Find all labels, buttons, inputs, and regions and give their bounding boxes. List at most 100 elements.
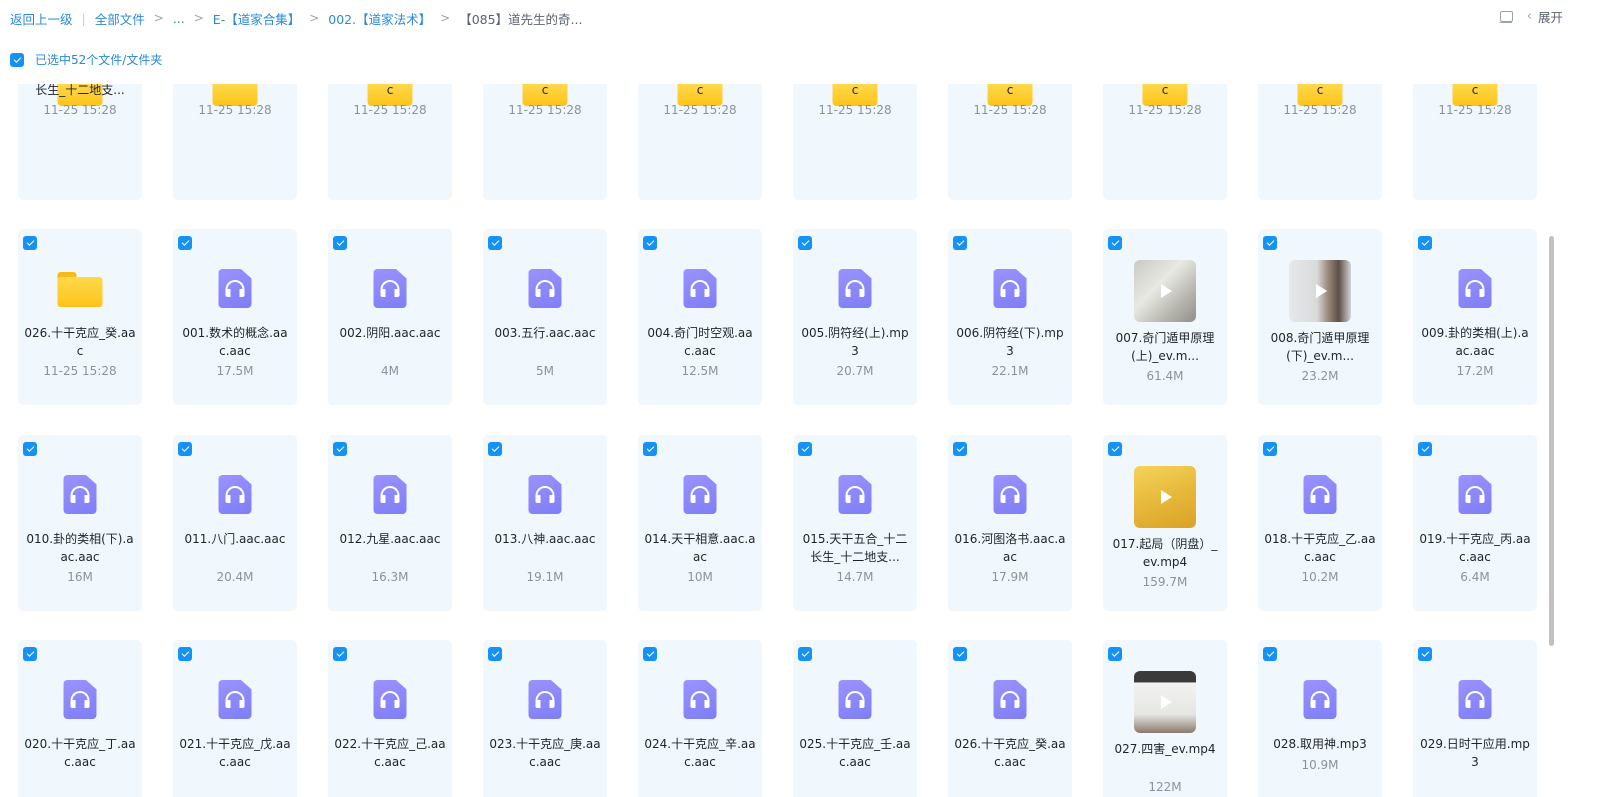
file-checkbox[interactable] [23,442,37,456]
file-checkbox[interactable] [488,236,502,250]
file-checkbox[interactable] [23,647,37,661]
file-card[interactable]: 023.十干克应_庚.aac 11-25 15:28 [1103,84,1227,200]
file-card[interactable]: 023.十干克应_庚.aac.aac [483,640,607,797]
play-icon [1161,695,1172,709]
file-checkbox[interactable] [1108,236,1122,250]
file-card[interactable]: 001.数术的概念.aac.aac 17.5M [173,229,297,405]
file-checkbox[interactable] [953,647,967,661]
file-card[interactable]: 015.天干五合_十二长生_十二地支... 11-25 15:28 [18,84,142,200]
file-card[interactable]: 020.十干克应_丁.aac.aac [18,640,142,797]
file-card[interactable]: 004.奇门时空观.aac.aac 12.5M [638,229,762,405]
file-checkbox[interactable] [1418,647,1432,661]
file-checkbox[interactable] [23,236,37,250]
file-card[interactable]: 011.八门.aac.aac 20.4M [173,435,297,611]
file-checkbox[interactable] [178,442,192,456]
file-meta: 14.7M [836,570,874,584]
file-checkbox[interactable] [333,442,347,456]
audio-file-icon [528,269,562,308]
file-card[interactable]: 016.河图洛书.aac.aac 17.9M [948,435,1072,611]
file-name: 003.五行.aac.aac [494,326,596,340]
file-card[interactable]: 024.十干克应_辛.aac.aac [638,640,762,797]
file-checkbox[interactable] [1418,236,1432,250]
file-card[interactable]: 010.卦的类相(下).aac.aac 16M [18,435,142,611]
file-grid[interactable]: 015.天干五合_十二长生_十二地支...11-25 15:28 016.河图洛书… [0,84,1546,797]
file-card[interactable]: 017.起局（阴盘）_ev.mp4 159.7M [1103,435,1227,611]
file-checkbox[interactable] [1418,442,1432,456]
file-card[interactable]: 021.十干克应_戊.aac 11-25 15:28 [793,84,917,200]
file-card[interactable]: 014.天干相意.aac.aac 10M [638,435,762,611]
file-card[interactable]: 019.十干克应_丙.aac.aac 6.4M [1413,435,1537,611]
file-checkbox[interactable] [953,236,967,250]
file-checkbox[interactable] [178,236,192,250]
vertical-scrollbar[interactable] [1549,236,1554,646]
breadcrumb-ellipsis[interactable]: ... [173,11,185,26]
file-name: 009.卦的类相(上).aac.aac [1421,326,1529,358]
file-checkbox[interactable] [643,236,657,250]
video-thumbnail [1134,466,1196,528]
file-card[interactable]: 015.天干五合_十二长生_十二地支... 14.7M [793,435,917,611]
file-card[interactable]: 009.卦的类相(上).aac.aac 17.2M [1413,229,1537,405]
file-card[interactable]: 022.十干克应_己.aac.aac [328,640,452,797]
file-card[interactable]: 024.十干克应_辛.aac 11-25 15:28 [1258,84,1382,200]
expand-button[interactable]: ‹ 展开 [1527,7,1563,26]
file-card[interactable]: 016.河图洛书.aac11-25 15:28 [173,84,297,200]
breadcrumb-all-files[interactable]: 全部文件 [95,9,145,28]
file-card[interactable]: 005.阴符经(上).mp3 20.7M [793,229,917,405]
file-meta: 22.1M [991,364,1029,378]
file-name: 020.十干克应_丁.aac [696,84,704,97]
file-card[interactable]: 003.五行.aac.aac 5M [483,229,607,405]
file-card[interactable]: 008.奇门遁甲原理(下)_ev.m... 23.2M [1258,229,1382,405]
file-checkbox[interactable] [798,647,812,661]
file-checkbox[interactable] [333,647,347,661]
file-card[interactable]: 002.阴阳.aac.aac 4M [328,229,452,405]
play-icon [1316,284,1327,298]
file-name: 018.十干克应_乙.aac.aac [1264,532,1376,564]
file-checkbox[interactable] [488,647,502,661]
breadcrumb-level1[interactable]: E-【道家合集】 [213,9,300,28]
file-checkbox[interactable] [643,442,657,456]
file-checkbox[interactable] [178,647,192,661]
file-card[interactable]: 027.四害_ev.mp4 122M [1103,640,1227,797]
file-card[interactable]: 019.十干克应_丙.aac 11-25 15:28 [483,84,607,200]
file-meta: 16M [67,570,93,584]
file-checkbox[interactable] [798,442,812,456]
file-meta: 20.4M [216,570,254,584]
file-card[interactable]: 025.十干克应_壬.aac 11-25 15:28 [1413,84,1537,200]
breadcrumb-level2[interactable]: 002.【道家法术】 [328,9,431,28]
file-card[interactable]: 025.十干克应_壬.aac.aac [793,640,917,797]
file-card[interactable]: 013.八神.aac.aac 19.1M [483,435,607,611]
file-card[interactable]: 026.十干克应_癸.aac 11-25 15:28 [18,229,142,405]
file-card[interactable]: 018.十干克应_乙.aac 11-25 15:28 [328,84,452,200]
file-checkbox[interactable] [1108,647,1122,661]
file-checkbox[interactable] [643,647,657,661]
file-checkbox[interactable] [1263,647,1277,661]
file-name: 002.阴阳.aac.aac [339,326,441,340]
audio-file-icon [1458,475,1492,514]
file-card[interactable]: 022.十干克应_己.aac 11-25 15:28 [948,84,1072,200]
file-name: 023.十干克应_庚.aac [1161,84,1169,97]
file-card[interactable]: 006.阴符经(下).mp3 22.1M [948,229,1072,405]
file-checkbox[interactable] [798,236,812,250]
file-checkbox[interactable] [953,442,967,456]
file-card[interactable]: 029.日时干应用.mp3 [1413,640,1537,797]
panel-toggle-icon[interactable] [1499,10,1513,24]
chevron-left-icon: ‹ [1526,9,1532,24]
file-card[interactable]: 012.九星.aac.aac 16.3M [328,435,452,611]
file-name: 023.十干克应_庚.aac.aac [489,737,601,769]
file-checkbox[interactable] [333,236,347,250]
file-card[interactable]: 026.十干克应_癸.aac.aac [948,640,1072,797]
folder-icon [57,272,103,307]
audio-file-icon [1303,475,1337,514]
file-checkbox[interactable] [488,442,502,456]
file-card[interactable]: 007.奇门遁甲原理(上)_ev.m... 61.4M [1103,229,1227,405]
file-card[interactable]: 020.十干克应_丁.aac 11-25 15:28 [638,84,762,200]
select-all-checkbox[interactable] [10,52,24,67]
file-checkbox[interactable] [1263,442,1277,456]
back-link[interactable]: 返回上一级 [10,9,73,28]
file-checkbox[interactable] [1263,236,1277,250]
file-card[interactable]: 018.十干克应_乙.aac.aac 10.2M [1258,435,1382,611]
file-checkbox[interactable] [1108,442,1122,456]
file-card[interactable]: 028.取用神.mp3 10.9M [1258,640,1382,797]
file-meta: 4M [381,364,399,378]
file-card[interactable]: 021.十干克应_戊.aac.aac [173,640,297,797]
